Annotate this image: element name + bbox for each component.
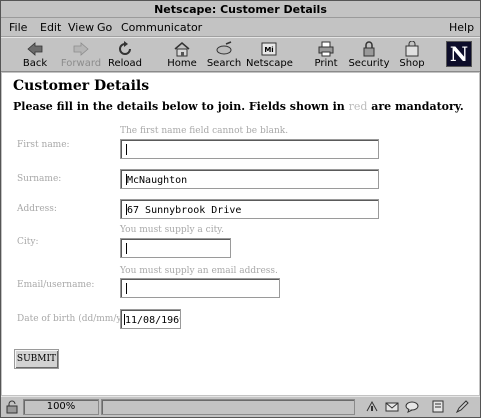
- svg-text:Mi: Mi: [264, 46, 273, 54]
- mail-icon[interactable]: [385, 400, 399, 413]
- title-bar: Netscape: Customer Details: [1, 1, 480, 18]
- dob-field[interactable]: 11/08/1969: [120, 309, 181, 329]
- address-book-icon[interactable]: [431, 400, 445, 413]
- home-label: Home: [167, 58, 197, 69]
- reload-button[interactable]: Reload: [105, 39, 145, 72]
- page-content: Customer Details Please fill in the deta…: [2, 73, 479, 395]
- menu-file[interactable]: File: [9, 21, 27, 34]
- reload-icon: [115, 41, 135, 57]
- browser-window: Netscape: Customer Details File Edit Vie…: [0, 0, 481, 418]
- status-bar: 100%: [1, 396, 480, 417]
- page-title: Customer Details: [13, 78, 150, 94]
- menu-go[interactable]: Go: [97, 21, 112, 34]
- forward-arrow-icon: [71, 41, 91, 57]
- component-bar: [359, 399, 477, 415]
- shopping-bag-icon: [402, 40, 422, 57]
- netscape-button[interactable]: Mi Netscape: [246, 39, 293, 72]
- back-arrow-icon: [25, 41, 45, 57]
- composer-icon[interactable]: [455, 400, 469, 414]
- first-name-label: First name:: [17, 140, 70, 150]
- discussion-icon[interactable]: [405, 400, 419, 413]
- text-cursor: [126, 243, 127, 254]
- email-label: Email/username:: [17, 280, 95, 290]
- intro-text: Please fill in the details below to join…: [13, 100, 464, 113]
- forward-button[interactable]: Forward: [59, 39, 103, 72]
- email-field[interactable]: [120, 278, 280, 298]
- first-name-error: The first name field cannot be blank.: [120, 126, 289, 136]
- search-icon: [214, 41, 234, 57]
- first-name-field[interactable]: [120, 139, 379, 159]
- status-message: [101, 399, 355, 415]
- back-label: Back: [22, 58, 48, 69]
- menu-help[interactable]: Help: [449, 21, 474, 34]
- home-button[interactable]: Home: [163, 39, 201, 72]
- back-button[interactable]: Back: [17, 39, 53, 72]
- reload-label: Reload: [107, 58, 143, 69]
- shop-label: Shop: [399, 58, 425, 69]
- print-label: Print: [314, 58, 338, 69]
- security-status-icon[interactable]: [5, 400, 19, 414]
- text-cursor: [126, 144, 127, 155]
- menu-edit[interactable]: Edit: [40, 21, 61, 34]
- home-icon: [172, 41, 192, 57]
- menu-view[interactable]: View: [68, 21, 94, 34]
- city-field[interactable]: [120, 238, 231, 258]
- netscape-my-icon: Mi: [259, 41, 279, 57]
- netscape-label: Netscape: [246, 58, 293, 69]
- text-cursor: [126, 283, 127, 294]
- search-label: Search: [206, 58, 242, 69]
- surname-label: Surname:: [17, 174, 62, 184]
- menu-bar: File Edit View Go Communicator Help: [1, 19, 480, 37]
- address-field[interactable]: 67 Sunnybrook Drive: [120, 199, 379, 219]
- address-label: Address:: [17, 204, 57, 214]
- printer-icon: [316, 41, 336, 57]
- address-value: 67 Sunnybrook Drive: [127, 205, 242, 216]
- security-button[interactable]: Security: [348, 39, 390, 72]
- email-error: You must supply an email address.: [120, 266, 278, 276]
- zoom-level: 100%: [23, 399, 99, 415]
- security-label: Security: [348, 58, 390, 69]
- surname-value: McNaughton: [127, 175, 188, 186]
- window-title: Netscape: Customer Details: [154, 3, 327, 16]
- navigation-toolbar: Back Forward Reload Home Search Mi Netsc…: [1, 37, 480, 72]
- padlock-icon: [359, 41, 379, 57]
- intro-text-end: are mandatory.: [367, 100, 464, 113]
- search-button[interactable]: Search: [205, 39, 243, 72]
- dob-value: 11/08/1969: [125, 315, 181, 326]
- menu-communicator[interactable]: Communicator: [121, 21, 202, 34]
- city-label: City:: [17, 237, 39, 247]
- navigator-icon[interactable]: [365, 400, 379, 413]
- print-button[interactable]: Print: [309, 39, 343, 72]
- netscape-logo[interactable]: N: [446, 41, 472, 67]
- intro-text-start: Please fill in the details below to join…: [13, 100, 349, 113]
- intro-text-red: red: [348, 100, 368, 113]
- surname-field[interactable]: McNaughton: [120, 169, 379, 189]
- city-error: You must supply a city.: [120, 225, 224, 235]
- submit-button[interactable]: SUBMIT: [14, 349, 59, 369]
- forward-label: Forward: [60, 58, 102, 69]
- shop-button[interactable]: Shop: [397, 39, 427, 72]
